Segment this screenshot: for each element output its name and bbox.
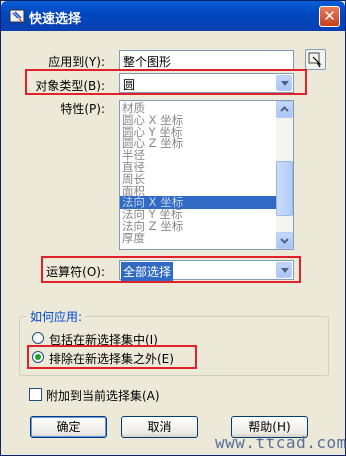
properties-list[interactable]: 材质 圆心 X 坐标 圆心 Y 坐标 圆心 Z 坐标 半径 直径 周长 面积 法向 X 坐标 法向… <box>119 100 294 250</box>
properties-label: 特性(P): <box>60 102 105 116</box>
include-radio[interactable] <box>32 332 44 344</box>
object-type-dropdown[interactable]: 圆 <box>119 73 294 93</box>
scroll-up-button[interactable] <box>276 101 293 118</box>
ok-button[interactable]: 确定 <box>30 416 107 438</box>
append-checkbox[interactable] <box>29 388 42 401</box>
apply-to-label: 应用到(Y): <box>48 55 105 69</box>
exclude-radio[interactable] <box>32 351 44 363</box>
scroll-down-button[interactable] <box>276 232 293 249</box>
chevron-up-icon <box>280 106 289 112</box>
operator-dropdown[interactable]: 全部选择 <box>119 260 294 281</box>
object-type-value: 圆 <box>123 78 136 92</box>
properties-scrollbar[interactable] <box>276 101 293 249</box>
cancel-button[interactable]: 取消 <box>121 416 198 438</box>
exclude-label[interactable]: 排除在新选择集之外(E) <box>49 350 174 367</box>
list-item[interactable]: 厚度 <box>122 231 145 245</box>
operator-value: 全部选择 <box>121 262 174 281</box>
title-bar[interactable]: 快速选择 ✕ <box>1 1 345 31</box>
append-label[interactable]: 附加到当前选择集(A) <box>46 387 160 404</box>
chevron-down-icon[interactable] <box>276 75 292 91</box>
close-button[interactable]: ✕ <box>319 6 340 27</box>
scroll-thumb[interactable] <box>276 161 293 216</box>
quick-select-icon <box>9 9 25 23</box>
dialog-title: 快速选择 <box>29 12 82 27</box>
apply-to-value: 整个图形 <box>123 55 172 69</box>
select-objects-icon <box>308 52 322 68</box>
watermark: www.ttcad.com <box>215 433 346 452</box>
select-objects-button[interactable] <box>305 49 326 70</box>
operator-label: 运算符(O): <box>46 265 105 279</box>
chevron-down-icon[interactable] <box>276 262 292 278</box>
object-type-label: 对象类型(B): <box>35 79 105 93</box>
apply-method-title: 如何应用: <box>27 308 86 325</box>
apply-to-dropdown[interactable]: 整个图形 <box>119 50 294 70</box>
quick-select-dialog: 快速选择 ✕ 应用到(Y): 整个图形 对象类型(B): 圆 特性(P): 材质… <box>0 0 346 456</box>
chevron-down-icon <box>280 238 289 244</box>
close-icon: ✕ <box>323 7 336 25</box>
